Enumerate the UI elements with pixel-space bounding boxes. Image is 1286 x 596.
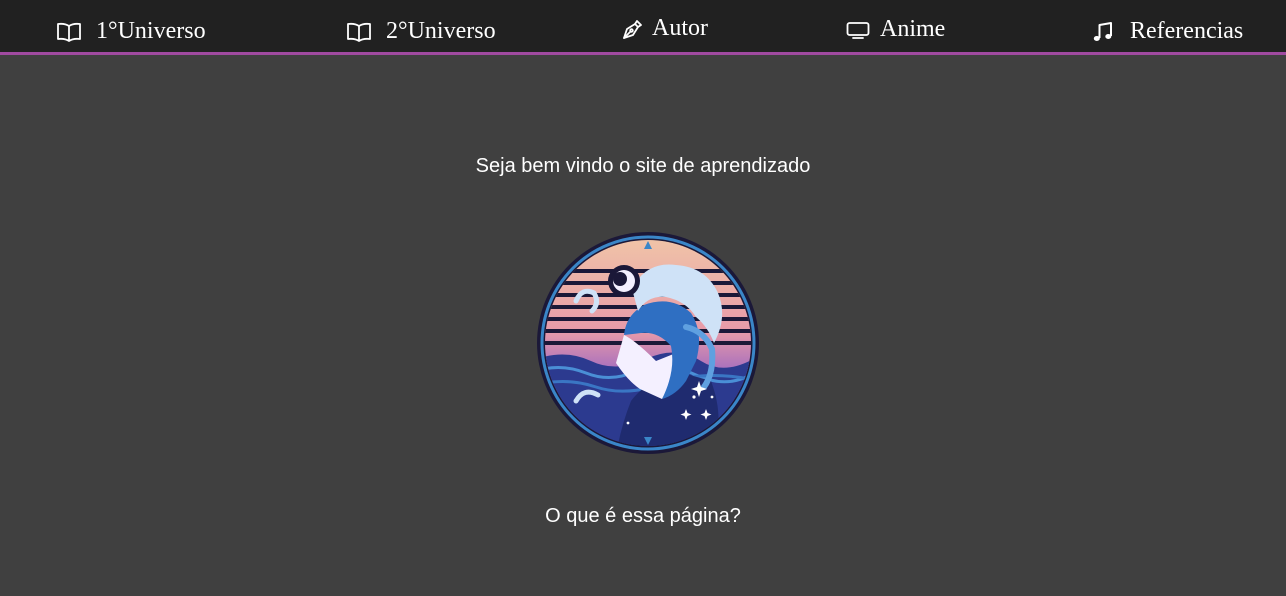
- music-icon: [1092, 21, 1114, 43]
- nav-link-universo-2[interactable]: 2°Universo: [347, 18, 496, 45]
- tv-icon: [846, 20, 870, 40]
- nav-link-label: Anime: [880, 16, 946, 42]
- welcome-message: Seja bem vindo o site de aprendizado: [475, 155, 811, 177]
- nav-link-referencias[interactable]: Referencias: [1092, 18, 1243, 45]
- nav-link-label: Referencias: [1130, 18, 1244, 44]
- nav-link-label: Autor: [652, 15, 708, 41]
- nav-link-anime[interactable]: Anime: [846, 16, 945, 43]
- portrait-logo: [536, 231, 760, 455]
- top-navbar: 1°Universo 2°Universo Autor Anime Refere…: [0, 0, 1286, 55]
- nav-link-label: 1°Universo: [96, 18, 206, 44]
- nav-link-label: 2°Universo: [386, 18, 496, 44]
- nav-link-autor[interactable]: Autor: [622, 15, 708, 42]
- pen-icon: [622, 18, 644, 40]
- nav-link-universo-1[interactable]: 1°Universo: [57, 18, 206, 45]
- page-question: O que é essa página?: [545, 505, 741, 527]
- book-icon: [57, 22, 81, 42]
- book-icon: [347, 22, 371, 42]
